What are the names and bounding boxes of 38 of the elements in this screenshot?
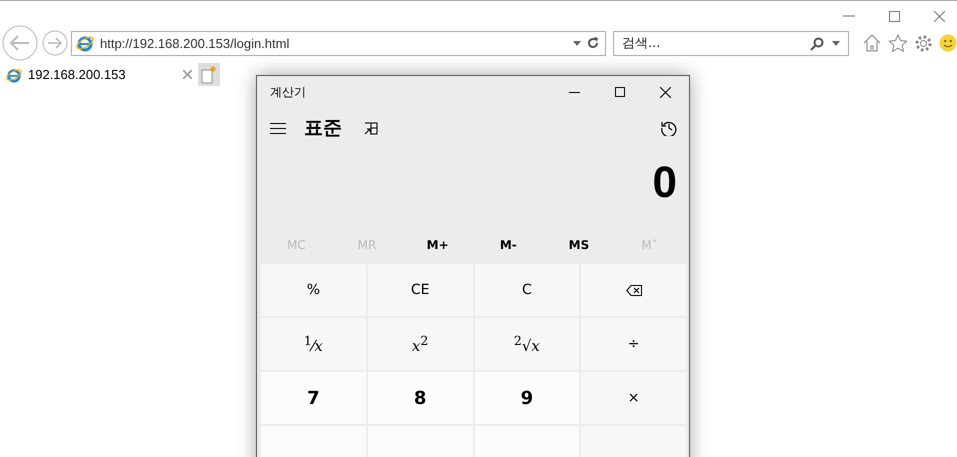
dropdown-icon[interactable] bbox=[832, 41, 840, 46]
menu-icon[interactable] bbox=[270, 122, 286, 134]
smiley-icon[interactable] bbox=[939, 34, 957, 52]
address-text: http://192.168.200.153/login.html bbox=[100, 36, 290, 50]
search-icon[interactable] bbox=[810, 36, 824, 50]
home-icon[interactable] bbox=[862, 34, 882, 52]
close-icon[interactable] bbox=[660, 86, 671, 98]
calculator-key[interactable]: 7 bbox=[261, 372, 366, 424]
backspace-icon bbox=[626, 284, 642, 296]
refresh-icon[interactable] bbox=[587, 37, 599, 49]
mode-title: 표준 bbox=[304, 116, 342, 141]
maximize-icon[interactable] bbox=[615, 87, 625, 97]
browser-logo-icon bbox=[6, 66, 22, 82]
new-page-icon bbox=[201, 66, 217, 84]
display-value: 0 bbox=[652, 157, 678, 209]
calculator-key[interactable]: % bbox=[261, 264, 366, 316]
address-bar[interactable]: http://192.168.200.153/login.html bbox=[71, 30, 606, 56]
search-field[interactable]: 검색... bbox=[613, 30, 849, 56]
calculator-key[interactable]: CE bbox=[368, 264, 472, 316]
calculator-key[interactable]: x$^{2}$ bbox=[368, 318, 472, 370]
calculator-key[interactable]: 9 bbox=[474, 372, 580, 424]
memory-button[interactable]: M+ bbox=[402, 237, 473, 253]
calculator-key[interactable]: ÷ bbox=[581, 318, 686, 370]
window-title: 계산기 bbox=[270, 84, 307, 100]
calculator-key[interactable]: $^{1}$⁄x bbox=[261, 318, 366, 370]
history-icon[interactable] bbox=[661, 120, 677, 136]
settings-icon[interactable] bbox=[914, 34, 933, 52]
calculator-key[interactable]: $^{2}$√x bbox=[474, 318, 580, 370]
dropdown-icon[interactable] bbox=[573, 40, 581, 46]
calculator-key[interactable]: × bbox=[581, 372, 686, 424]
memory-button[interactable]: MS bbox=[544, 237, 614, 253]
new-tab-button[interactable] bbox=[198, 63, 220, 86]
calculator-key[interactable]: C bbox=[474, 264, 580, 316]
browser-logo-icon bbox=[76, 34, 94, 52]
star-icon[interactable] bbox=[888, 34, 908, 52]
calculator-key[interactable]: 8 bbox=[368, 372, 472, 424]
memory-button[interactable]: M- bbox=[473, 237, 544, 253]
keep-on-top-icon[interactable] bbox=[364, 122, 378, 134]
